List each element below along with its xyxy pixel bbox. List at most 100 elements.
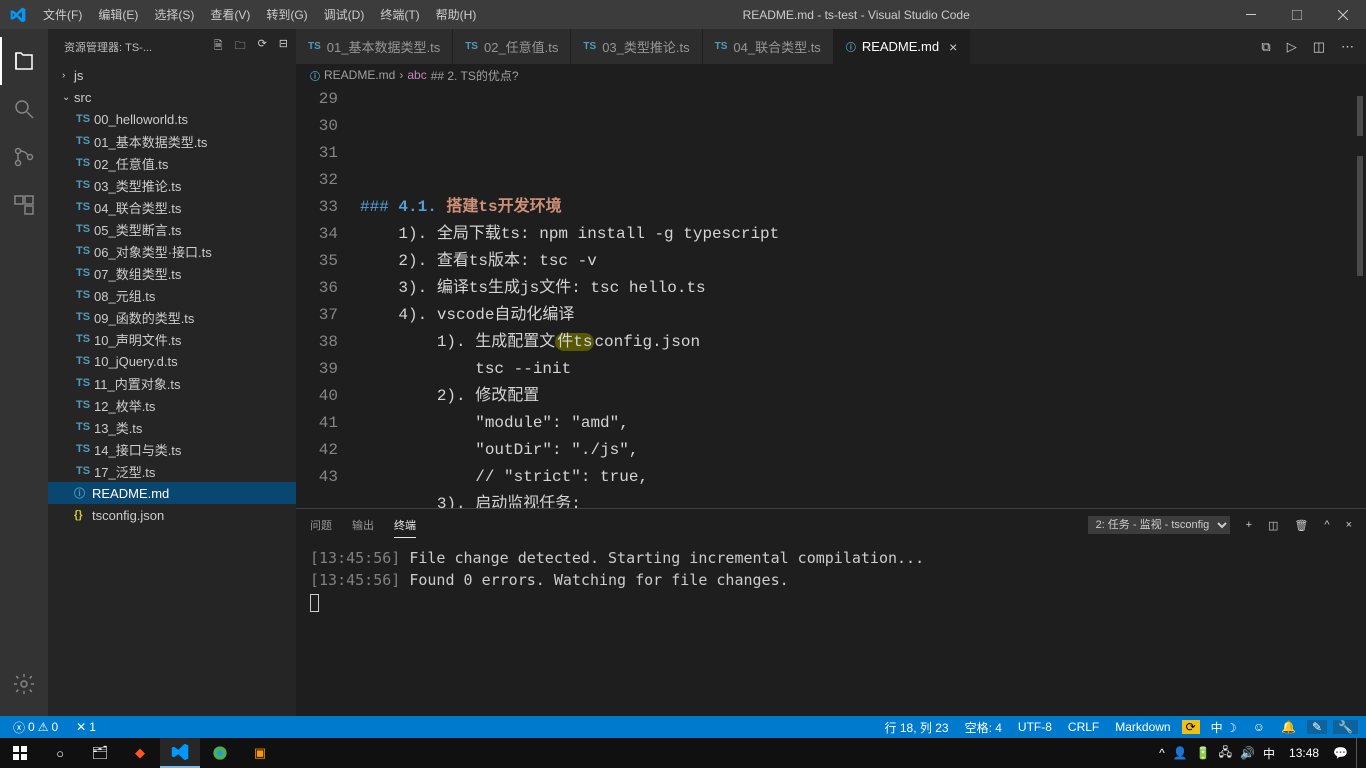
new-terminal-icon[interactable]: + [1246, 519, 1252, 531]
status-ext3[interactable]: 🔧 [1333, 720, 1358, 734]
menu-选择(S)[interactable]: 选择(S) [146, 0, 202, 29]
start-button[interactable] [0, 738, 40, 768]
file-10_jQuery.d.ts[interactable]: TS10_jQuery.d.ts [48, 350, 296, 372]
settings-icon[interactable] [0, 660, 48, 708]
status-language[interactable]: Markdown [1110, 720, 1175, 734]
terminal-selector[interactable]: 2: 任务 - 监视 - tsconfig [1088, 516, 1230, 534]
status-ext2[interactable]: ✎ [1307, 720, 1327, 734]
tab-02_任意值.ts[interactable]: TS02_任意值.ts [453, 29, 571, 64]
panel-tab-终端[interactable]: 终端 [394, 513, 416, 538]
tray-up-icon[interactable]: ^ [1159, 746, 1165, 760]
file-06_对象类型·接口.ts[interactable]: TS06_对象类型·接口.ts [48, 240, 296, 262]
status-git[interactable]: ✕ 1 [71, 720, 101, 734]
more-icon[interactable]: ⋯ [1341, 39, 1354, 55]
file-04_联合类型.ts[interactable]: TS04_联合类型.ts [48, 196, 296, 218]
collapse-icon[interactable]: ⊟ [279, 37, 288, 56]
status-ime[interactable]: 中 ☽ [1206, 719, 1242, 736]
menu-调试(D)[interactable]: 调试(D) [316, 0, 373, 29]
tray-ime-icon[interactable]: 中 [1263, 745, 1275, 762]
code-content[interactable]: ### 4.1. 搭建ts开发环境 1). 全局下载ts: npm instal… [360, 86, 1366, 508]
tray-clock[interactable]: 13:48 [1283, 747, 1325, 759]
file-07_数组类型.ts[interactable]: TS07_数组类型.ts [48, 262, 296, 284]
split-terminal-icon[interactable]: ◫ [1268, 519, 1278, 532]
file-17_泛型.ts[interactable]: TS17_泛型.ts [48, 460, 296, 482]
split-editor-icon[interactable]: ◫ [1313, 39, 1325, 55]
search-icon[interactable] [0, 85, 48, 133]
file-tsconfig.json[interactable]: {}tsconfig.json [48, 504, 296, 526]
tab-03_类型推论.ts[interactable]: TS03_类型推论.ts [571, 29, 702, 64]
file-12_枚举.ts[interactable]: TS12_枚举.ts [48, 394, 296, 416]
file-03_类型推论.ts[interactable]: TS03_类型推论.ts [48, 174, 296, 196]
tray-battery-icon[interactable]: 🔋 [1196, 746, 1211, 760]
file-11_内置对象.ts[interactable]: TS11_内置对象.ts [48, 372, 296, 394]
maximize-button[interactable] [1274, 0, 1320, 29]
file-README.md[interactable]: ⓘREADME.md [48, 482, 296, 504]
tab-04_联合类型.ts[interactable]: TS04_联合类型.ts [703, 29, 834, 64]
status-eol[interactable]: CRLF [1063, 720, 1104, 734]
file-02_任意值.ts[interactable]: TS02_任意值.ts [48, 152, 296, 174]
panel-tab-输出[interactable]: 输出 [352, 513, 374, 537]
app1-icon[interactable]: ◆ [120, 738, 160, 768]
minimap[interactable] [1352, 86, 1366, 508]
tray-notifications-icon[interactable]: 💬 [1333, 746, 1348, 760]
line-gutter: 293031323334353637383940414243 [296, 86, 360, 508]
status-errors[interactable]: ⓧ 0 ⚠ 0 [8, 719, 63, 736]
debug-icon[interactable] [0, 181, 48, 229]
file-13_类.ts[interactable]: TS13_类.ts [48, 416, 296, 438]
new-file-icon[interactable]: 🗎 [214, 37, 223, 56]
file-tree[interactable]: › js⌄ srcTS00_helloworld.tsTS01_基本数据类型.t… [48, 64, 296, 716]
split-preview-icon[interactable]: ⧉ [1261, 39, 1270, 55]
file-01_基本数据类型.ts[interactable]: TS01_基本数据类型.ts [48, 130, 296, 152]
status-feedback-icon[interactable]: ☺ [1248, 720, 1270, 734]
minimize-button[interactable] [1228, 0, 1274, 29]
tab-close-icon[interactable]: × [949, 39, 957, 55]
panel-tabs: 问题输出终端 2: 任务 - 监视 - tsconfig + ◫ 🗑 ^ × [296, 509, 1366, 541]
file-09_函数的类型.ts[interactable]: TS09_函数的类型.ts [48, 306, 296, 328]
breadcrumb-file-icon: ⓘ [310, 68, 320, 83]
tray-network-icon[interactable]: 🖧 [1219, 743, 1232, 764]
menu-文件(F)[interactable]: 文件(F) [35, 0, 90, 29]
folder-js[interactable]: › js [48, 64, 296, 86]
cortana-icon[interactable]: ○ [40, 738, 80, 768]
new-folder-icon[interactable]: 🗀 [235, 37, 246, 56]
close-panel-icon[interactable]: × [1346, 519, 1352, 531]
status-spaces[interactable]: 空格: 4 [960, 719, 1007, 736]
explorer-taskbar-icon[interactable]: 🗂 [80, 738, 120, 768]
menu-帮助(H)[interactable]: 帮助(H) [428, 0, 485, 29]
run-icon[interactable]: ▷ [1287, 39, 1297, 55]
breadcrumb-file[interactable]: README.md [324, 68, 395, 82]
close-button[interactable] [1320, 0, 1366, 29]
terminal-output[interactable]: [13:45:56] File change detected. Startin… [296, 541, 1366, 716]
file-05_类型断言.ts[interactable]: TS05_类型断言.ts [48, 218, 296, 240]
maximize-panel-icon[interactable]: ^ [1324, 519, 1329, 531]
vscode-taskbar-icon[interactable] [160, 738, 200, 768]
editor[interactable]: 293031323334353637383940414243 ### 4.1. … [296, 86, 1366, 508]
refresh-icon[interactable]: ⟳ [258, 37, 267, 56]
folder-src[interactable]: ⌄ src [48, 86, 296, 108]
menu-终端(T)[interactable]: 终端(T) [372, 0, 427, 29]
status-ext1[interactable]: ⟳ [1182, 720, 1200, 734]
file-10_声明文件.ts[interactable]: TS10_声明文件.ts [48, 328, 296, 350]
menu-查看(V)[interactable]: 查看(V) [202, 0, 258, 29]
panel-tab-问题[interactable]: 问题 [310, 513, 332, 537]
trash-icon[interactable]: 🗑 [1294, 519, 1308, 532]
menu-编辑(E)[interactable]: 编辑(E) [90, 0, 146, 29]
status-cursor[interactable]: 行 18, 列 23 [880, 719, 954, 736]
show-desktop[interactable] [1356, 738, 1362, 768]
status-encoding[interactable]: UTF-8 [1013, 720, 1057, 734]
menu-转到(G)[interactable]: 转到(G) [258, 0, 315, 29]
breadcrumb-section[interactable]: ## 2. TS的优点? [431, 67, 519, 84]
tab-README.md[interactable]: ⓘREADME.md× [834, 29, 970, 64]
tray-volume-icon[interactable]: 🔊 [1240, 746, 1255, 760]
chrome-icon[interactable] [200, 738, 240, 768]
tray-people-icon[interactable]: 👤 [1173, 746, 1188, 760]
tab-01_基本数据类型.ts[interactable]: TS01_基本数据类型.ts [296, 29, 453, 64]
file-14_接口与类.ts[interactable]: TS14_接口与类.ts [48, 438, 296, 460]
breadcrumb[interactable]: ⓘ README.md › abc ## 2. TS的优点? [296, 64, 1366, 86]
file-08_元组.ts[interactable]: TS08_元组.ts [48, 284, 296, 306]
app2-icon[interactable]: ▣ [240, 738, 280, 768]
status-bell-icon[interactable]: 🔔 [1276, 720, 1301, 734]
source-control-icon[interactable] [0, 133, 48, 181]
file-00_helloworld.ts[interactable]: TS00_helloworld.ts [48, 108, 296, 130]
explorer-icon[interactable] [0, 37, 48, 85]
